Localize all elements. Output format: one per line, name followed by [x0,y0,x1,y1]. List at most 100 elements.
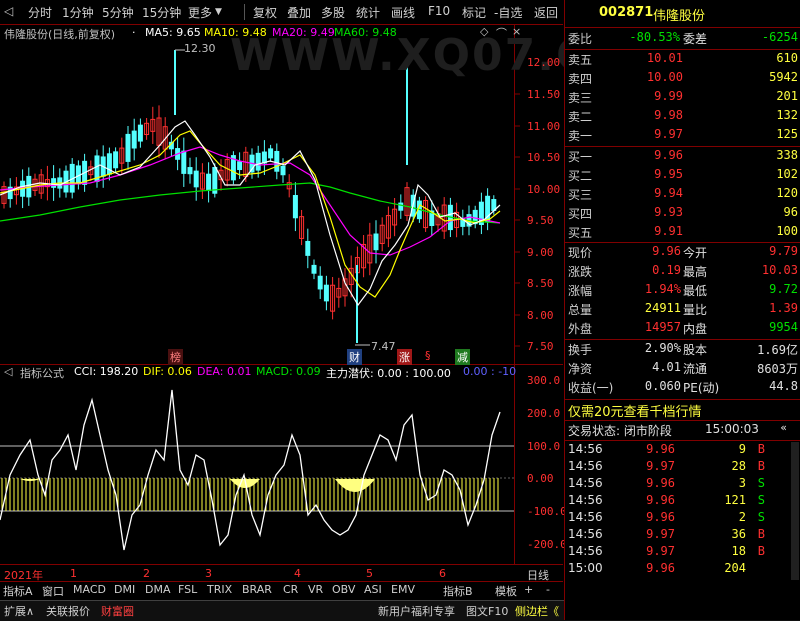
stat-label: 最低 [683,284,708,298]
candle [261,151,267,164]
tick-volume: 204 [724,561,746,575]
tab-indicator-a[interactable]: 指标A [3,583,33,599]
toolbar-15min[interactable]: 15分钟 [142,4,181,21]
stat-value: 0.060 [644,379,681,393]
indicator-title[interactable]: 指标公式 [20,365,64,381]
dot-icon: · [132,26,136,39]
tick-price: 9.96 [646,493,675,507]
period-arrow-icon[interactable]: ◁ [4,4,13,18]
tick-row: 14:56 9.96 2 S [565,510,800,527]
tab-window[interactable]: 窗口 [42,583,64,599]
candle [373,233,379,251]
ask-label: 卖二 [568,110,593,124]
candle [125,133,131,162]
tab-brar[interactable]: BRAR [242,583,272,599]
event-tag-finance[interactable]: 财 [347,349,362,365]
toolbar-add-favorite[interactable]: -自选 [494,4,522,21]
toolbar-restore-rights[interactable]: 复权 [253,4,277,21]
related-quotes-button[interactable]: 关联报价 [46,603,90,619]
y-label: 11.00 [527,120,561,133]
ind-y-label: 300.0 [527,374,561,387]
indicator-menu-icon[interactable]: ◁ [4,365,12,378]
tab-trix[interactable]: TRIX [207,583,232,599]
bid-price: 9.94 [654,186,683,200]
kline-chart[interactable]: 伟隆股份(日线,前复权) · MA5: 9.65 MA10: 9.48 MA20… [0,25,627,365]
expand-button[interactable]: 扩展∧ [4,603,34,619]
stat-value: 8603万 [757,362,798,376]
stat-value: 24911 [644,301,681,315]
tab-asi[interactable]: ASI [364,583,382,599]
toolbar-statistics[interactable]: 统计 [356,4,380,21]
more-dropdown-icon[interactable]: ▼ [215,7,222,17]
candle [280,165,286,176]
tab-fsl[interactable]: FSL [178,583,197,599]
toolbar-intraday[interactable]: 分时 [28,4,52,21]
tick-price: 9.96 [646,476,675,490]
tick-price: 9.97 [646,459,675,473]
tick-row: 14:56 9.97 36 B [565,527,800,544]
tab-template[interactable]: 模板 [495,583,517,599]
cci-value: CCI: 198.20 [74,365,139,378]
event-tag-list[interactable]: 榜 [168,349,183,365]
new-user-promo[interactable]: 新用户福利专享 [378,603,455,619]
y-label: 9.50 [527,214,554,227]
toolbar-draw-line[interactable]: 画线 [391,4,415,21]
stock-name: 伟隆股份 [653,9,706,24]
toolbar-1min[interactable]: 1分钟 [62,4,94,21]
add-tab-button[interactable]: + [524,583,533,599]
event-tag-reduce[interactable]: 减 [455,349,470,365]
ask-volume: 5942 [769,70,798,84]
toolbar-5min[interactable]: 5分钟 [102,4,134,21]
tab-obv[interactable]: OBV [332,583,355,599]
f10-graphic-button[interactable]: 图文F10 [466,603,508,619]
level2-promo[interactable]: 仅需20元查看千档行情 [568,401,702,420]
toolbar-f10[interactable]: F10 [428,4,450,18]
tab-vr[interactable]: VR [308,583,323,599]
indicator-chart[interactable]: ◁ 指标公式 CCI: 198.20 DIF: 0.06 DEA: 0.01 M… [0,365,567,565]
stat-value: 10.03 [761,263,798,277]
tab-indicator-b[interactable]: 指标B [443,583,473,599]
ask-price: 10.00 [646,70,683,84]
date-axis: 2021年 1 2 3 4 5 6 日线 [0,566,563,582]
event-tag-section[interactable]: § [423,349,433,362]
bid-label: 买四 [568,207,593,221]
ask-row: 卖四 10.00 5942 [565,70,800,89]
remove-tab-button[interactable]: - [546,583,550,599]
candle [193,170,199,188]
tab-cr[interactable]: CR [283,583,298,599]
date-month: 3 [205,567,212,580]
tab-macd[interactable]: MACD [73,583,106,599]
bid-row: 买三 9.94 120 [565,186,800,205]
toolbar-more[interactable]: 更多 [188,4,212,21]
toolbar-back[interactable]: 返回 [534,4,558,21]
bid-volume: 338 [776,148,798,162]
stat-label: 股本 [683,343,708,357]
sidebar-toggle[interactable]: 侧边栏《 [515,603,559,619]
bid-volume: 96 [783,205,798,219]
stat-label: 总量 [568,303,593,317]
tick-time: 14:56 [568,476,603,490]
ask-volume: 610 [776,51,798,65]
tab-emv[interactable]: EMV [391,583,415,599]
stat-label: 涨跌 [568,265,593,279]
toolbar-multi-stock[interactable]: 多股 [321,4,345,21]
candle [398,202,404,211]
indicator-tabs: 指标A 窗口 MACD DMI DMA FSL TRIX BRAR CR VR … [0,582,563,600]
tick-row: 14:56 9.96 3 S [565,476,800,493]
ask-volume: 132 [776,108,798,122]
tick-time: 14:56 [568,510,603,524]
event-tag-limit-up[interactable]: 涨 [397,349,412,365]
bid-row: 买五 9.91 100 [565,224,800,243]
tab-dma[interactable]: DMA [145,583,171,599]
bid-price: 9.91 [654,224,683,238]
toolbar-mark[interactable]: 标记 [462,4,486,21]
candle [106,153,112,175]
toolbar-overlay[interactable]: 叠加 [287,4,311,21]
collapse-left-icon[interactable]: « [780,421,787,434]
tab-dmi[interactable]: DMI [114,583,135,599]
stat-row: 涨幅 1.94% 最低 9.72 [565,282,800,301]
ask-row: 卖三 9.99 201 [565,89,800,108]
date-month: 1 [70,567,77,580]
wealth-circle-button[interactable]: 财富圈 [101,603,134,619]
indicator-svg [0,365,563,565]
